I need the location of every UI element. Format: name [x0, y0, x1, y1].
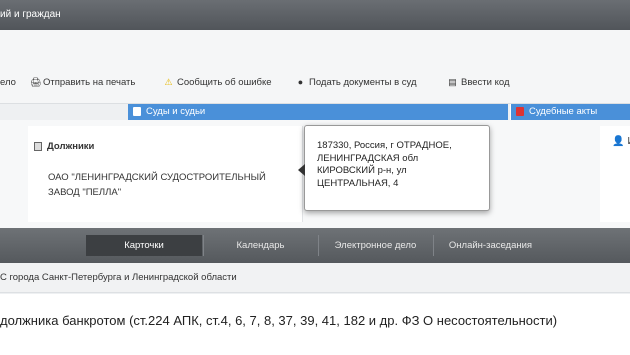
tab-electronic-case[interactable]: Электронное дело: [318, 235, 432, 256]
tab-online-hearings-label: Онлайн-заседания: [448, 240, 533, 251]
window-title: ий и граждан: [0, 9, 61, 20]
case-description-text: должника банкротом (ст.224 АПК, ст.4, 6,…: [0, 313, 558, 328]
right-panel-header: 👤 И: [612, 136, 630, 147]
debtor-card: Должники ОАО "ЛЕНИНГРАДСКИЙ СУДОСТРОИТЕЛ…: [28, 126, 303, 222]
section-court-acts[interactable]: Судебные акты: [510, 104, 630, 120]
debtor-heading-label: Должники: [47, 141, 95, 152]
window-title-bar: ий и граждан: [0, 0, 630, 30]
report-error-button[interactable]: ⚠ Сообщить об ошибке: [164, 77, 272, 88]
tab-cards-label: Карточки: [124, 240, 164, 251]
submit-documents-label: Подать документы в суд: [309, 77, 417, 88]
section-courts-judges[interactable]: Суды и судьи: [128, 104, 508, 120]
toolbar-item-case[interactable]: ело: [0, 77, 16, 88]
tab-calendar-label: Календарь: [236, 240, 285, 251]
court-name: С города Санкт-Петербурга и Ленинградско…: [0, 263, 630, 293]
tab-electronic-case-label: Электронное дело: [334, 240, 417, 251]
document-icon: [133, 107, 141, 116]
debtor-heading: Должники: [34, 141, 94, 152]
enter-code-button[interactable]: ▤ Ввести код: [448, 77, 510, 88]
print-button[interactable]: 🖨 Отправить на печать: [30, 77, 135, 88]
submit-documents-button[interactable]: ● Подать документы в суд: [296, 77, 417, 88]
report-error-label: Сообщить об ошибке: [177, 77, 272, 88]
case-nav-bar: Карточки Календарь Электронное дело Онла…: [0, 228, 630, 263]
printer-icon: 🖨: [30, 77, 42, 87]
enter-code-label: Ввести код: [461, 77, 510, 88]
tab-calendar[interactable]: Календарь: [203, 235, 317, 256]
code-icon: ▤: [448, 77, 457, 87]
tab-cards[interactable]: Карточки: [86, 235, 202, 256]
document-icon: [34, 142, 42, 151]
court-name-text: С города Санкт-Петербурга и Ленинградско…: [0, 272, 237, 283]
print-label: Отправить на печать: [43, 77, 136, 88]
toolbar-item-label: ело: [0, 77, 16, 88]
upload-icon: ●: [297, 77, 304, 87]
tab-online-hearings[interactable]: Онлайн-заседания: [433, 235, 547, 256]
warning-icon: ⚠: [164, 77, 173, 87]
section-court-acts-label: Судебные акты: [529, 106, 598, 117]
pdf-icon: [516, 107, 524, 116]
section-courts-judges-label: Суды и судьи: [146, 106, 206, 117]
case-description: должника банкротом (ст.224 АПК, ст.4, 6,…: [0, 294, 630, 355]
debtor-name-link[interactable]: ОАО "ЛЕНИНГРАДСКИЙ СУДОСТРОИТЕЛЬНЫЙ ЗАВО…: [48, 170, 298, 200]
address-text: 187330, Россия, г ОТРАДНОЕ, ЛЕНИНГРАДСКА…: [317, 140, 452, 189]
address-tooltip: 187330, Россия, г ОТРАДНОЕ, ЛЕНИНГРАДСКА…: [298, 125, 490, 211]
person-icon: 👤: [612, 136, 625, 147]
toolbar: ело 🖨 Отправить на печать ⚠ Сообщить об …: [0, 30, 630, 104]
